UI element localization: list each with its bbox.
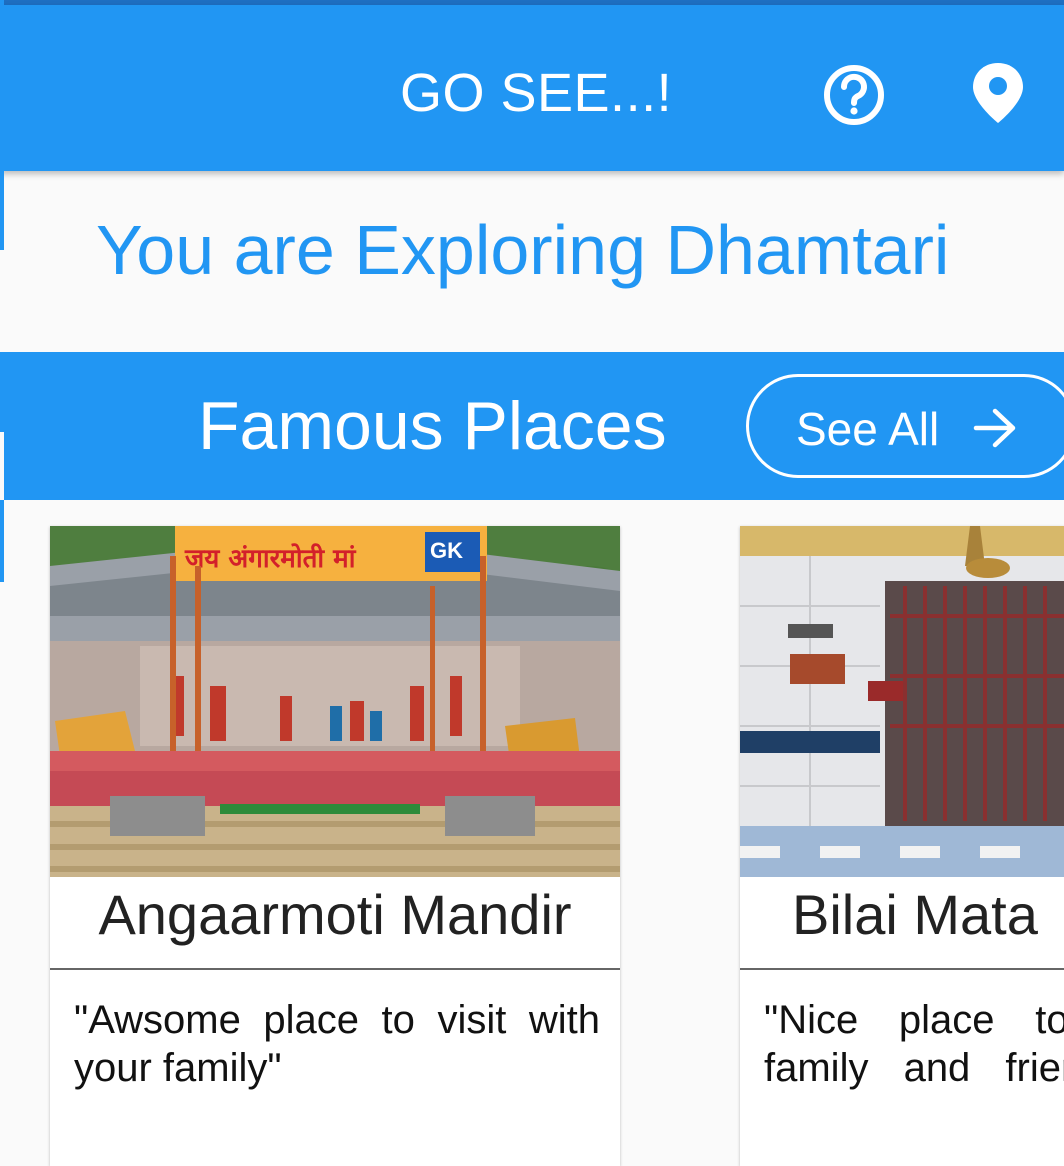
image-sign-text: जय अंगारमोती मां	[184, 543, 357, 574]
place-image[interactable]: जय अंगारमोती मां GK	[50, 526, 620, 877]
map-pin-icon	[973, 63, 1023, 123]
image-logo-text: GK	[430, 538, 463, 563]
app-bar: GO SEE...!	[0, 5, 1064, 171]
location-button[interactable]	[970, 61, 1026, 125]
place-title: Angaarmoti Mandir	[98, 883, 572, 946]
app-title: GO SEE...!	[400, 63, 673, 123]
edge-indicator	[0, 0, 4, 84]
place-card[interactable]: जय अंगारमोती मां GK Angaarmoti Mandir "A…	[50, 526, 620, 1166]
place-description: "Awsome place to visit with your family"	[74, 998, 600, 1090]
place-title: Bilai Mata	[792, 883, 1038, 946]
edge-indicator	[0, 500, 4, 582]
help-circle-icon	[824, 65, 884, 125]
see-all-label: See All	[796, 403, 940, 455]
edge-indicator	[0, 170, 4, 250]
card-divider	[50, 968, 620, 970]
see-all-button[interactable]: See All	[746, 374, 1064, 478]
help-button[interactable]	[822, 63, 886, 127]
page-heading: You are Exploring Dhamtari	[96, 211, 950, 289]
arrow-right-icon	[973, 408, 1016, 448]
place-description: "Nice place to visit with family and fri…	[764, 998, 1064, 1090]
place-card[interactable]: Bilai Mata "Nice place to visit with fam…	[740, 526, 1064, 1166]
famous-places-header: Famous Places See All	[4, 352, 1064, 500]
card-divider	[740, 968, 1064, 970]
place-image[interactable]	[740, 526, 1064, 877]
section-title: Famous Places	[198, 388, 667, 464]
